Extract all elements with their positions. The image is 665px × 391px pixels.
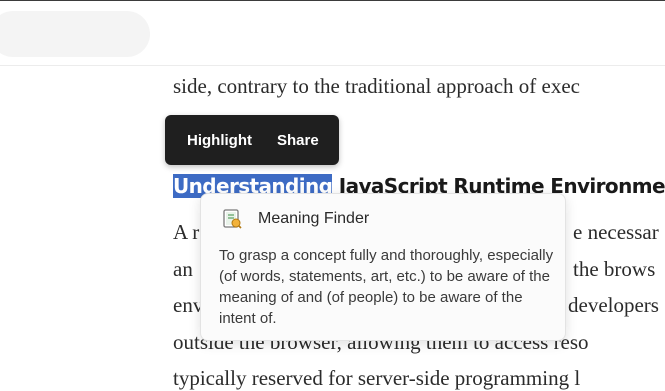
paragraph-line: the brows xyxy=(573,257,656,281)
meaning-finder-popup: Meaning Finder To grasp a concept fully … xyxy=(200,193,566,341)
selection-toolbar: Highlight Share xyxy=(165,115,339,165)
popup-title: Meaning Finder xyxy=(258,210,370,227)
paragraph-line: env xyxy=(173,293,204,317)
paragraph-line: an xyxy=(173,257,193,281)
paragraph-line: side, contrary to the traditional approa… xyxy=(173,74,580,98)
highlight-button[interactable]: Highlight xyxy=(187,132,252,149)
paragraph-line: A r xyxy=(173,220,200,244)
paragraph-line: developers xyxy=(568,293,659,317)
book-icon xyxy=(223,209,242,229)
definition-text: To grasp a concept fully and thoroughly,… xyxy=(219,247,554,327)
share-button[interactable]: Share xyxy=(277,132,319,149)
paragraph-line: e necessar xyxy=(573,220,659,244)
